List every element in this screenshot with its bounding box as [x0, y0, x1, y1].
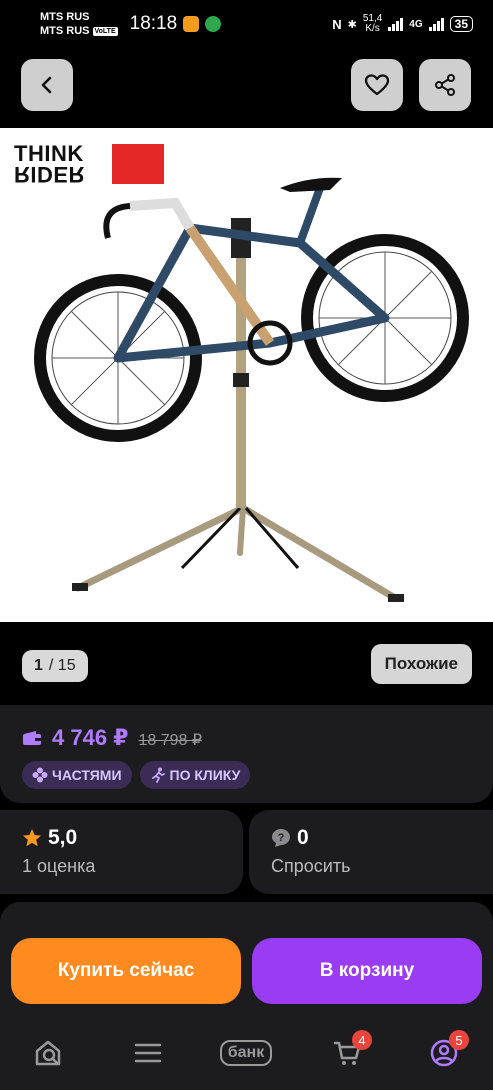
carrier-2: MTS RUS: [40, 25, 90, 37]
running-man-icon: [151, 767, 165, 783]
star-icon: [23, 829, 41, 847]
bank-label: банк: [219, 1040, 273, 1066]
tab-catalog[interactable]: [133, 1038, 163, 1068]
menu-icon: [134, 1043, 162, 1063]
tab-profile[interactable]: 5: [429, 1030, 469, 1068]
image-pager: 1/ 15: [22, 650, 88, 682]
current-price: 4 746 ₽: [52, 725, 129, 750]
chevron-left-icon: [41, 76, 52, 94]
question-bubble-icon: ?: [272, 829, 290, 847]
signal-icon: [388, 17, 404, 31]
gallery-bar: 1/ 15 Похожие: [0, 640, 493, 700]
back-button[interactable]: [21, 59, 73, 111]
favorite-button[interactable]: [351, 59, 403, 111]
whatsapp-icon: [205, 16, 222, 32]
wallet-icon: [23, 731, 41, 745]
bike-on-stand-illustration: [34, 177, 469, 602]
rating-count: 1 оценка: [22, 856, 96, 876]
bluetooth-icon: ✱: [347, 18, 357, 31]
add-to-cart-button[interactable]: В корзину: [252, 938, 482, 1004]
cart-badge: 4: [352, 1030, 372, 1050]
heart-icon: [364, 74, 390, 96]
tab-cart[interactable]: 4: [332, 1030, 372, 1068]
price-card: 4 746 ₽ 18 798 ₽ ЧАСТЯМИ ПО КЛИКУ: [0, 705, 493, 803]
home-search-icon: [35, 1040, 61, 1066]
rating-card[interactable]: 5,0 1 оценка: [0, 810, 243, 894]
volte-badge: VoLTE: [92, 26, 118, 36]
ask-card[interactable]: ? 0 Спросить: [249, 810, 493, 894]
ask-label: Спросить: [271, 856, 351, 876]
signal-icon-2: [428, 17, 444, 31]
bottom-tab-bar: банк 4 5: [0, 1024, 493, 1090]
one-click-tag[interactable]: ПО КЛИКУ: [139, 761, 251, 789]
questions-count: 0: [297, 826, 309, 849]
similar-button[interactable]: Похожие: [370, 644, 472, 684]
status-bar: MTS RUS MTS RUS VoLTE 18:18 N ✱ 51,4 K/s 4…: [0, 0, 493, 48]
clock: 18:18: [129, 13, 178, 34]
nfc-icon: N: [332, 16, 342, 32]
tab-bank[interactable]: банк: [213, 1038, 279, 1068]
installments-icon: [32, 767, 48, 783]
tab-home[interactable]: [34, 1038, 64, 1068]
old-price: 18 798 ₽: [138, 732, 203, 749]
svg-text:?: ?: [278, 832, 285, 844]
buy-now-button[interactable]: Купить сейчас: [11, 938, 241, 1004]
notification-app-icon: [183, 16, 200, 32]
share-button[interactable]: [419, 59, 471, 111]
network-type: 4G: [409, 18, 423, 30]
carrier-info: MTS RUS MTS RUS VoLTE: [40, 10, 118, 38]
rating-value: 5,0: [48, 826, 78, 849]
battery-indicator: 35: [449, 16, 473, 32]
top-nav: [0, 48, 493, 126]
profile-badge: 5: [449, 1030, 469, 1050]
share-icon: [435, 74, 455, 96]
payment-tags: ЧАСТЯМИ ПО КЛИКУ: [22, 761, 251, 789]
carrier-1: MTS RUS: [40, 11, 90, 23]
product-image[interactable]: THINK RIDER: [0, 128, 493, 622]
network-speed: 51,4 K/s: [362, 13, 383, 34]
installments-tag[interactable]: ЧАСТЯМИ: [22, 761, 132, 789]
